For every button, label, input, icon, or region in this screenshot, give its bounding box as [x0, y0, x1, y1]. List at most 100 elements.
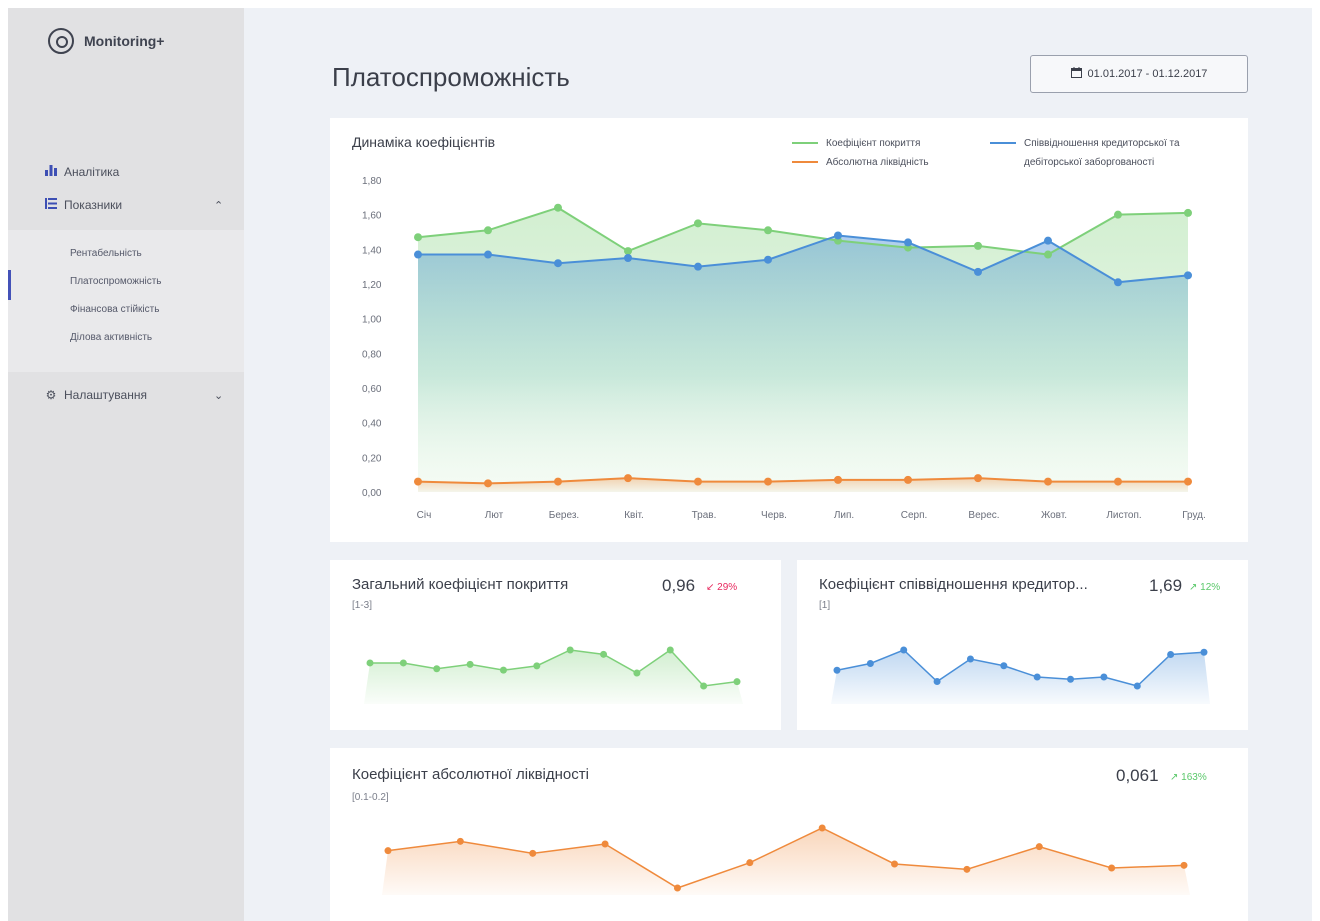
data-point[interactable] [764, 226, 772, 235]
data-point[interactable] [694, 477, 702, 486]
data-point[interactable] [818, 824, 826, 832]
data-point[interactable] [1044, 250, 1052, 259]
data-point[interactable] [600, 650, 608, 658]
data-point[interactable] [601, 840, 609, 848]
data-point[interactable] [1167, 651, 1175, 658]
sidebar-item-label: Аналітика [64, 165, 120, 179]
data-point[interactable] [1000, 662, 1008, 670]
bar-chart-icon [44, 165, 58, 179]
data-point[interactable] [554, 477, 562, 486]
data-point[interactable] [566, 646, 574, 654]
app-window: Monitoring+ Аналітика Показники ⌃ Рентаб… [8, 8, 1312, 921]
sidebar-item-settings[interactable]: ⚙ Налаштування ⌄ [44, 388, 224, 402]
data-point[interactable] [866, 660, 874, 667]
sidebar: Monitoring+ Аналітика Показники ⌃ Рентаб… [8, 8, 244, 921]
data-point[interactable] [833, 666, 841, 674]
data-point[interactable] [624, 254, 632, 262]
data-point[interactable] [414, 233, 422, 242]
data-point[interactable] [966, 655, 974, 663]
data-point[interactable] [1100, 673, 1108, 681]
data-point[interactable] [764, 477, 772, 486]
submenu-item-business-activity[interactable]: Ділова активність [70, 332, 152, 343]
data-point[interactable] [529, 849, 537, 857]
y-tick-label: 1,80 [362, 176, 382, 187]
data-point[interactable] [700, 682, 708, 690]
data-point[interactable] [891, 860, 899, 868]
payables-ratio-card[interactable]: Коефіцієнт співвідношення кредитор... [1… [797, 560, 1248, 730]
data-point[interactable] [414, 250, 422, 259]
sparkline-area [831, 650, 1210, 704]
date-range-button[interactable]: 01.01.2017 - 01.12.2017 [1030, 55, 1248, 93]
data-point[interactable] [484, 226, 492, 235]
sidebar-item-analytics[interactable]: Аналітика [44, 165, 119, 179]
chevron-down-icon[interactable]: ⌄ [214, 389, 223, 402]
data-point[interactable] [384, 847, 392, 855]
data-point[interactable] [533, 662, 541, 670]
data-point[interactable] [1108, 864, 1116, 872]
data-point[interactable] [694, 219, 702, 228]
data-point[interactable] [1033, 673, 1041, 681]
chevron-up-icon[interactable]: ⌃ [214, 199, 223, 212]
data-point[interactable] [399, 659, 407, 667]
data-point[interactable] [624, 247, 632, 256]
data-point[interactable] [904, 475, 912, 484]
data-point[interactable] [1114, 477, 1122, 486]
data-point[interactable] [433, 665, 441, 673]
data-point[interactable] [834, 231, 842, 240]
data-point[interactable] [1184, 208, 1192, 217]
logo[interactable]: Monitoring+ [48, 28, 165, 54]
data-point[interactable] [666, 646, 674, 654]
sidebar-item-label: Налаштування [64, 388, 147, 402]
y-tick-label: 1,40 [362, 245, 382, 256]
data-point[interactable] [499, 666, 507, 674]
data-point[interactable] [466, 660, 474, 668]
submenu-item-solvency[interactable]: Платоспроможність [70, 276, 161, 287]
list-icon [44, 198, 58, 212]
x-tick-label: Черв. [761, 510, 787, 521]
data-point[interactable] [974, 474, 982, 483]
data-point[interactable] [834, 475, 842, 484]
data-point[interactable] [414, 477, 422, 486]
data-point[interactable] [904, 238, 912, 247]
data-point[interactable] [624, 474, 632, 483]
data-point[interactable] [1184, 477, 1192, 486]
submenu-item-profitability[interactable]: Рентабельність [70, 248, 142, 259]
app-name: Monitoring+ [84, 33, 165, 49]
x-tick-label: Груд. [1182, 510, 1206, 521]
data-point[interactable] [974, 241, 982, 250]
data-point[interactable] [633, 669, 641, 677]
data-point[interactable] [1184, 271, 1192, 280]
data-point[interactable] [1044, 477, 1052, 486]
data-point[interactable] [963, 865, 971, 873]
data-point[interactable] [484, 479, 492, 488]
data-point[interactable] [1067, 675, 1075, 683]
data-point[interactable] [1200, 648, 1208, 656]
absolute-liquidity-card[interactable]: Коефіцієнт абсолютної ліквідності [0.1-0… [330, 748, 1248, 921]
data-point[interactable] [366, 659, 374, 667]
data-point[interactable] [484, 250, 492, 259]
data-point[interactable] [694, 262, 702, 271]
data-point[interactable] [1114, 210, 1122, 219]
data-point[interactable] [1180, 861, 1188, 869]
data-point[interactable] [974, 267, 982, 276]
data-point[interactable] [746, 859, 754, 867]
data-point[interactable] [764, 255, 772, 264]
data-point[interactable] [456, 837, 464, 845]
x-tick-label: Жовт. [1041, 510, 1067, 521]
submenu-item-financial-stability[interactable]: Фінансова стійкість [70, 304, 159, 315]
x-tick-label: Листоп. [1106, 510, 1141, 521]
data-point[interactable] [554, 203, 562, 212]
data-point[interactable] [1133, 682, 1141, 690]
data-point[interactable] [673, 884, 681, 892]
data-point[interactable] [733, 678, 741, 686]
data-point[interactable] [554, 259, 562, 268]
submenu: Рентабельність Платоспроможність Фінансо… [8, 230, 244, 372]
sidebar-item-indicators[interactable]: Показники ⌃ [44, 198, 223, 212]
data-point[interactable] [933, 678, 941, 685]
data-point[interactable] [1114, 278, 1122, 287]
data-point[interactable] [900, 646, 908, 654]
x-tick-label: Лют [485, 510, 504, 521]
data-point[interactable] [1044, 236, 1052, 245]
coverage-ratio-card[interactable]: Загальний коефіцієнт покриття [1-3] 0,96… [330, 560, 781, 730]
data-point[interactable] [1035, 843, 1043, 851]
